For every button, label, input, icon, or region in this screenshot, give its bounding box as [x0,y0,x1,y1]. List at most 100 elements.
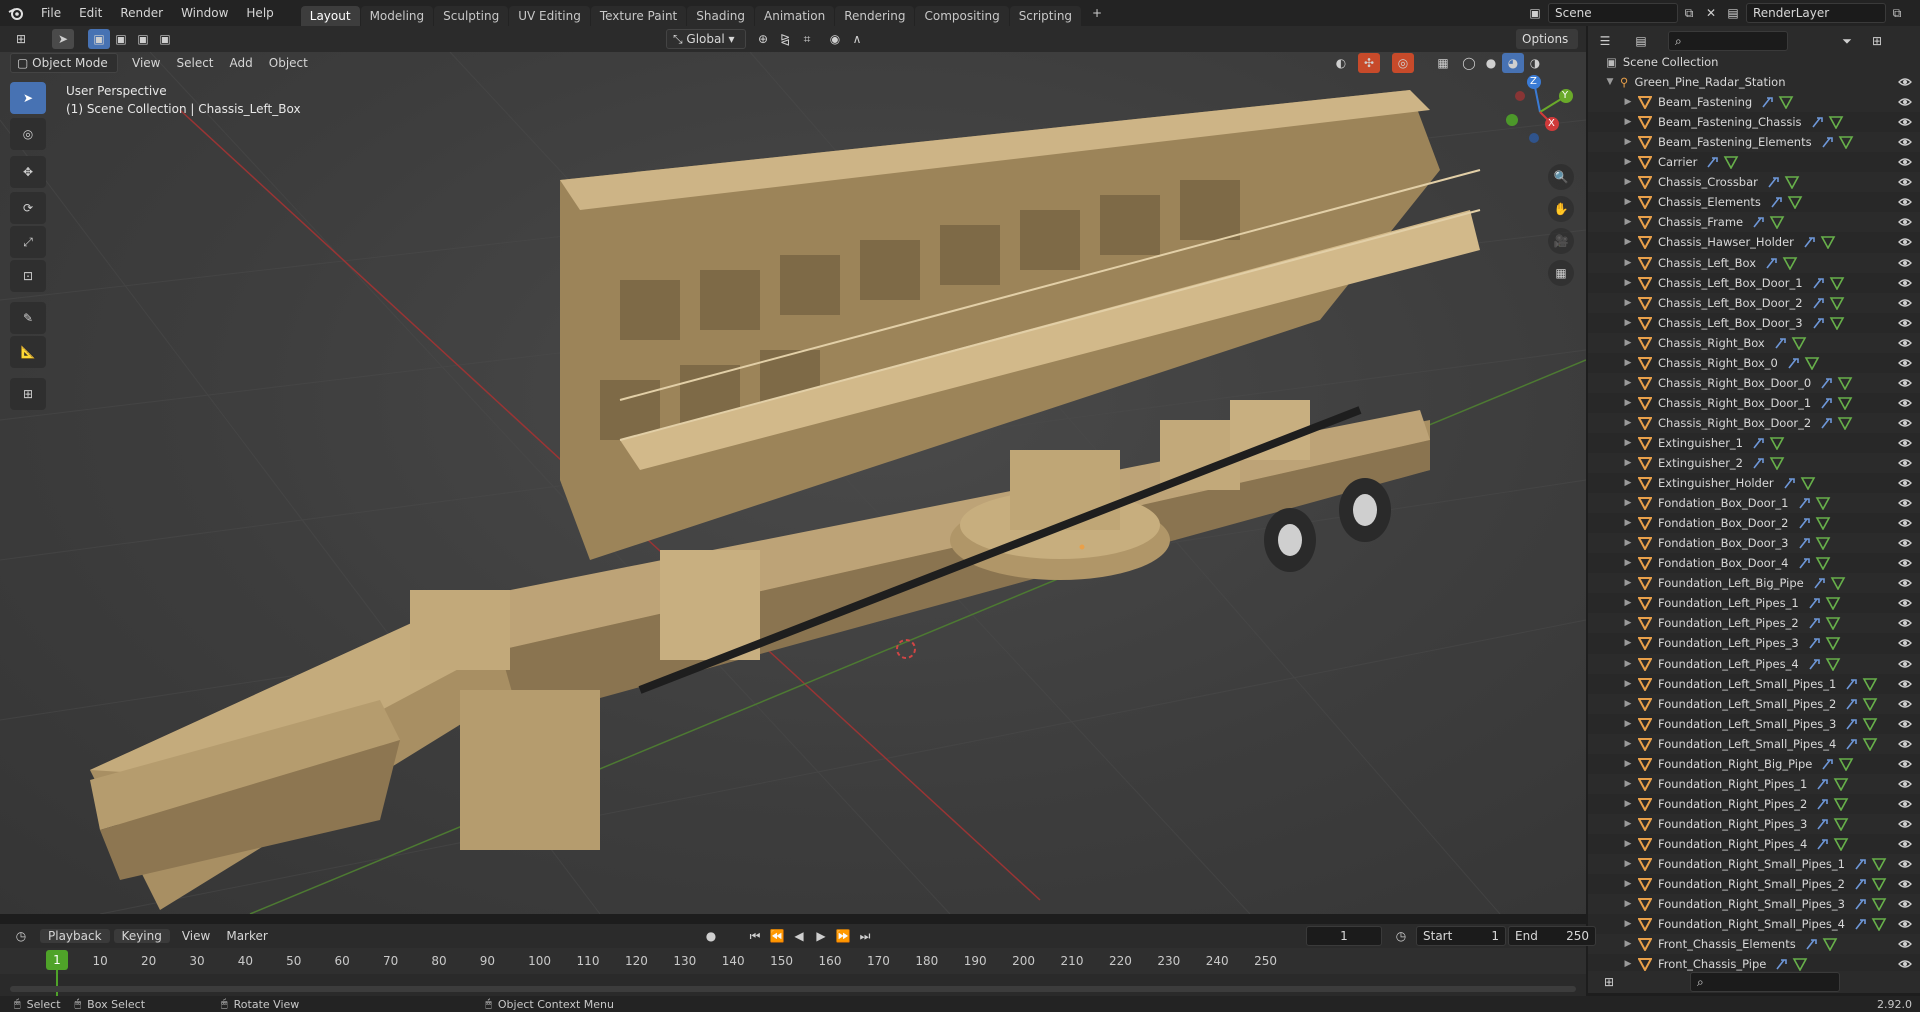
outliner-item[interactable]: ▶ Fondation_Box_Door_3 [1588,533,1920,554]
new-layer-icon[interactable]: ⧉ [1886,3,1908,23]
expand-arrow-icon[interactable]: ▶ [1622,719,1634,729]
eye-icon[interactable] [1898,517,1912,529]
eye-icon[interactable] [1898,678,1912,690]
outliner-item[interactable]: ▶ Foundation_Right_Small_Pipes_3 [1588,894,1920,915]
eye-icon[interactable] [1898,337,1912,349]
zoom-button[interactable]: 🔍 [1548,164,1574,190]
expand-arrow-icon[interactable]: ▶ [1622,518,1634,528]
outliner-item[interactable]: ▶ Carrier [1588,152,1920,173]
expand-arrow-icon[interactable]: ▶ [1622,659,1634,669]
modifier-mesh-icon[interactable] [1751,436,1785,451]
eye-icon[interactable] [1898,698,1912,710]
modifier-mesh-icon[interactable] [1797,496,1831,511]
outliner-scene-collection[interactable]: ▣ Scene Collection [1588,52,1920,72]
modifier-mesh-icon[interactable] [1820,757,1854,772]
mode-new-icon[interactable]: ▣ [88,29,110,49]
eye-icon[interactable] [1898,878,1912,890]
outliner-item[interactable]: ▶ Foundation_Left_Pipes_3 [1588,633,1920,654]
filter-icon[interactable]: ⏷ [1836,31,1858,51]
eye-icon[interactable] [1898,216,1912,228]
eye-icon[interactable] [1898,577,1912,589]
timeline-editor-icon[interactable]: ◷ [10,926,32,946]
outliner-item[interactable]: ▶ Foundation_Left_Small_Pipes_4 [1588,733,1920,754]
modifier-mesh-icon[interactable] [1807,616,1841,632]
eye-icon[interactable] [1898,898,1912,910]
expand-arrow-icon[interactable]: ▶ [1622,538,1634,548]
expand-arrow-icon[interactable]: ▶ [1622,578,1634,588]
eye-icon[interactable] [1898,236,1912,248]
modifier-mesh-icon[interactable] [1760,95,1794,110]
modifier-mesh-icon[interactable] [1773,336,1807,351]
eye-icon[interactable] [1898,637,1912,649]
select-box-tool[interactable]: ➤ [10,82,46,114]
editor-type-icon[interactable]: ⊞ [10,29,32,49]
ortho-toggle-button[interactable]: ▦ [1548,260,1574,286]
eye-icon[interactable] [1898,497,1912,509]
expand-arrow-icon[interactable]: ▶ [1622,398,1634,408]
expand-arrow-icon[interactable]: ▶ [1622,799,1634,809]
outliner-editor-icon[interactable]: ☰ [1594,31,1616,51]
outliner-item[interactable]: ▶ Foundation_Right_Pipes_4 [1588,833,1920,854]
eye-icon[interactable] [1898,357,1912,369]
modifier-mesh-icon[interactable] [1807,596,1841,612]
timeline-scrollbar[interactable] [10,986,1576,992]
solid-shading-icon[interactable]: ● [1480,53,1502,73]
view-layer-icon[interactable]: ▤ [1722,3,1744,23]
outliner-item[interactable]: ▶ Foundation_Left_Small_Pipes_1 [1588,673,1920,694]
display-mode-icon[interactable]: ▤ [1630,31,1652,51]
expand-arrow-icon[interactable]: ▶ [1622,959,1634,969]
wireframe-shading-icon[interactable]: ◯ [1458,53,1480,73]
eye-icon[interactable] [1898,718,1912,730]
eye-icon[interactable] [1898,597,1912,609]
menu-render[interactable]: Render [111,0,172,26]
eye-icon[interactable] [1898,257,1912,269]
material-shading-icon[interactable]: ◕ [1502,53,1524,73]
expand-arrow-icon[interactable]: ▶ [1622,177,1634,187]
pivot-icon[interactable]: ⊕ [752,29,774,49]
modifier-mesh-icon[interactable] [1810,115,1844,130]
outliner-item[interactable]: ▶ Chassis_Left_Box_Door_1 [1588,272,1920,293]
falloff-icon[interactable]: ∧ [846,29,868,49]
expand-arrow-icon[interactable]: ▶ [1622,879,1634,889]
visibility-icon[interactable]: ◐ [1330,53,1352,73]
modifier-mesh-icon[interactable] [1844,697,1878,712]
xray-icon[interactable]: ▦ [1432,53,1454,73]
outliner-item[interactable]: ▶ Chassis_Elements [1588,192,1920,213]
rotate-tool[interactable]: ⟳ [10,192,46,224]
modifier-mesh-icon[interactable] [1853,917,1887,932]
mode-subtract-icon[interactable]: ▣ [132,29,154,49]
next-keyframe-icon[interactable]: ⏩ [832,926,854,946]
modifier-mesh-icon[interactable] [1819,376,1853,391]
tab-animation[interactable]: Animation [755,6,835,26]
expand-arrow-icon[interactable]: ▶ [1622,498,1634,508]
object-mode-select[interactable]: ▢ Object Mode [10,53,118,73]
eye-icon[interactable] [1898,156,1912,168]
play-icon[interactable]: ▶ [810,926,832,946]
expand-arrow-icon[interactable]: ▶ [1622,197,1634,207]
expand-arrow-icon[interactable]: ▶ [1622,157,1634,167]
start-frame-field[interactable]: Start 1 [1416,926,1506,946]
modifier-mesh-icon[interactable] [1812,576,1846,591]
eye-icon[interactable] [1898,136,1912,148]
timeline-menu-marker[interactable]: Marker [218,929,275,943]
add-workspace-button[interactable]: + [1086,3,1108,23]
eye-icon[interactable] [1898,617,1912,629]
scene-name-field[interactable]: Scene [1548,3,1678,23]
modifier-mesh-icon[interactable] [1797,516,1831,531]
expand-arrow-icon[interactable]: ▶ [1622,919,1634,929]
tab-rendering[interactable]: Rendering [835,6,915,26]
expand-arrow-icon[interactable]: ▶ [1622,679,1634,689]
outliner-item[interactable]: ▶ Chassis_Hawser_Holder [1588,232,1920,253]
expand-arrow-icon[interactable]: ▶ [1622,699,1634,709]
viewport-menu-object[interactable]: Object [261,56,316,70]
outliner-collection[interactable]: ▼ ⚲ Green_Pine_Radar_Station [1588,72,1920,93]
outliner-item[interactable]: ▶ Extinguisher_1 [1588,432,1920,453]
expand-arrow-icon[interactable]: ▶ [1622,779,1634,789]
play-reverse-icon[interactable]: ◀ [788,926,810,946]
expand-arrow-icon[interactable]: ▶ [1622,418,1634,428]
outliner-item[interactable]: ▶ Chassis_Right_Box [1588,332,1920,353]
eye-icon[interactable] [1898,557,1912,569]
eye-icon[interactable] [1898,778,1912,790]
outliner-item[interactable]: ▶ Extinguisher_2 [1588,453,1920,473]
expand-arrow-icon[interactable]: ▶ [1622,298,1634,308]
